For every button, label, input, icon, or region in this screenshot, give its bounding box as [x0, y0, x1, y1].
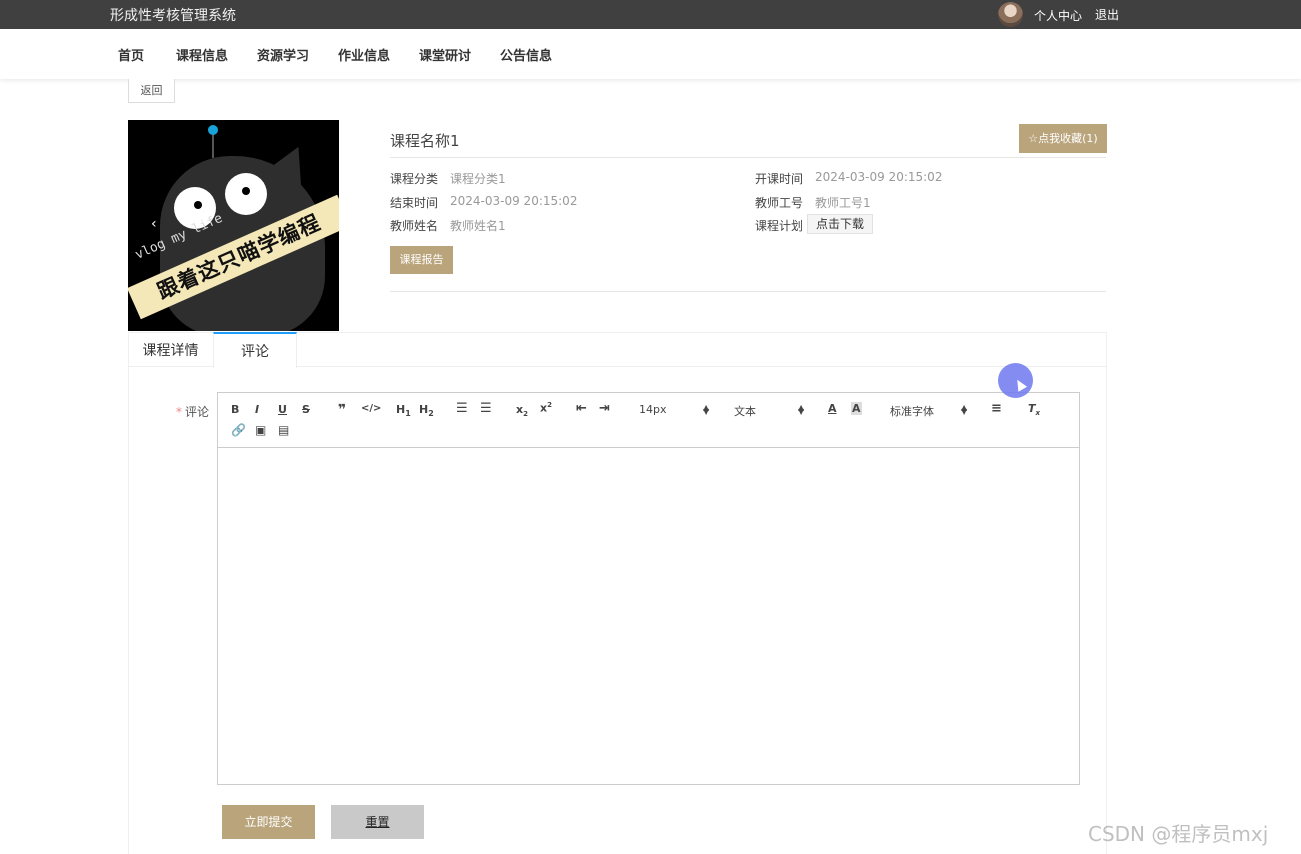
required-mark: * [176, 405, 182, 419]
text-color-icon[interactable]: A [828, 402, 837, 415]
start-time-value: 2024-03-09 20:15:02 [815, 170, 943, 184]
editor-content-area[interactable] [218, 448, 1079, 784]
tab-course-details[interactable]: 课程详情 [128, 332, 213, 367]
nav-resource-learning[interactable]: 资源学习 [257, 45, 309, 64]
ordered-list-icon[interactable]: ☰ [456, 401, 468, 416]
top-bar: 形成性考核管理系统 个人中心 退出 [0, 0, 1301, 29]
main-nav: 首页 课程信息 资源学习 作业信息 课堂研讨 公告信息 [0, 29, 1301, 79]
clear-format-icon[interactable]: Tx [1028, 402, 1040, 417]
submit-button[interactable]: 立即提交 [222, 805, 315, 839]
back-button[interactable]: 返回 [128, 79, 175, 103]
font-size-select[interactable]: 14px [639, 403, 667, 416]
end-time-label: 结束时间 [390, 196, 439, 210]
nav-class-discussion[interactable]: 课堂研讨 [419, 45, 471, 64]
nav-announcements[interactable]: 公告信息 [500, 45, 552, 64]
divider [390, 157, 1106, 158]
block-format-select[interactable]: 文本 [734, 403, 756, 419]
chevron-updown-icon: ▲ ▼ [961, 403, 968, 416]
system-title: 形成性考核管理系统 [110, 8, 236, 24]
end-time-value: 2024-03-09 20:15:02 [450, 194, 578, 208]
underline-icon[interactable]: U [278, 403, 287, 416]
blockquote-icon[interactable]: ❞ [338, 402, 346, 418]
strikethrough-icon[interactable]: S [302, 403, 310, 416]
font-family-select[interactable]: 标准字体 [890, 403, 934, 419]
heading2-icon[interactable]: H2 [419, 403, 434, 418]
bullet-list-icon[interactable]: ☰ [480, 401, 492, 416]
category-label: 课程分类 [390, 172, 439, 186]
editor-toolbar: B I U S ❞ </> H1 H2 ☰ ☰ x2 x2 ⇤ ⇥ 14px ▲… [218, 393, 1079, 448]
course-report-button[interactable]: 课程报告 [390, 246, 453, 274]
italic-icon[interactable]: I [255, 403, 259, 416]
course-cover-image: vlog my life 跟着这只喵学编程 ‹ [128, 120, 339, 331]
logout-link[interactable]: 退出 [1095, 6, 1119, 23]
course-plan-label: 课程计划 [755, 219, 804, 233]
comment-field-label: * 评论 [176, 405, 210, 419]
reset-button[interactable]: 重置 [331, 805, 424, 839]
video-icon[interactable]: ▤ [278, 423, 289, 437]
indent-icon[interactable]: ⇥ [599, 401, 610, 416]
link-icon[interactable]: 🔗 [231, 423, 246, 437]
tab-comments[interactable]: 评论 [213, 332, 297, 368]
chevron-updown-icon: ▲ ▼ [703, 403, 710, 416]
tab-bar: 课程详情 评论 [128, 332, 1107, 368]
user-center-link[interactable]: 个人中心 [1034, 7, 1082, 24]
code-block-icon[interactable]: </> [361, 403, 381, 414]
superscript-icon[interactable]: x2 [540, 401, 552, 415]
teacher-no-label: 教师工号 [755, 196, 804, 210]
align-icon[interactable]: ≡ [991, 401, 1002, 416]
favorite-button[interactable]: ☆点我收藏(1) [1019, 124, 1107, 153]
divider [390, 291, 1106, 292]
category-value: 课程分类1 [450, 172, 506, 186]
watermark: CSDN @程序员mxj [1088, 822, 1269, 846]
nav-course-info[interactable]: 课程信息 [176, 45, 228, 64]
teacher-no-value: 教师工号1 [815, 196, 871, 210]
bold-icon[interactable]: B [231, 403, 239, 416]
nav-home[interactable]: 首页 [118, 45, 144, 64]
carousel-prev-icon[interactable]: ‹ [151, 216, 157, 232]
chevron-updown-icon: ▲ ▼ [798, 403, 805, 416]
course-title: 课程名称1 [390, 132, 460, 150]
rich-text-editor: B I U S ❞ </> H1 H2 ☰ ☰ x2 x2 ⇤ ⇥ 14px ▲… [217, 392, 1080, 785]
nav-homework-info[interactable]: 作业信息 [338, 45, 390, 64]
start-time-label: 开课时间 [755, 172, 804, 186]
user-avatar[interactable] [998, 2, 1023, 27]
download-button[interactable]: 点击下载 [807, 214, 873, 234]
outdent-icon[interactable]: ⇤ [576, 401, 587, 416]
subscript-icon[interactable]: x2 [516, 403, 528, 418]
teacher-name-label: 教师姓名 [390, 219, 439, 233]
background-color-icon[interactable]: A [851, 402, 862, 415]
image-icon[interactable]: ▣ [255, 423, 266, 437]
heading1-icon[interactable]: H1 [396, 403, 411, 418]
teacher-name-value: 教师姓名1 [450, 219, 506, 233]
